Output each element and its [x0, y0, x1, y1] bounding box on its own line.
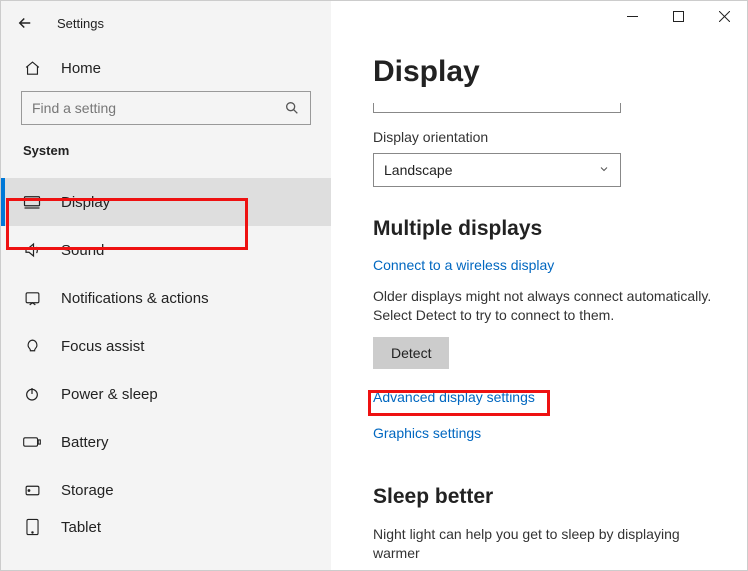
storage-icon: [23, 481, 41, 499]
sidebar-item-label: Power & sleep: [61, 386, 158, 403]
focus-assist-icon: [23, 337, 41, 355]
sidebar-item-label: Notifications & actions: [61, 290, 209, 307]
app-title: Settings: [57, 16, 104, 31]
main-content: Display Display orientation Landscape Mu…: [331, 1, 747, 570]
slider-placeholder: [373, 103, 621, 113]
graphics-settings-link[interactable]: Graphics settings: [373, 425, 481, 441]
sidebar-item-focus-assist[interactable]: Focus assist: [1, 322, 331, 370]
chevron-down-icon: [598, 162, 610, 178]
sidebar-item-label: Sound: [61, 242, 104, 259]
back-button[interactable]: [15, 13, 35, 33]
page-title: Display: [373, 55, 717, 89]
sidebar-item-display[interactable]: Display: [1, 178, 331, 226]
sidebar-item-battery[interactable]: Battery: [1, 418, 331, 466]
sidebar-item-label: Tablet: [61, 519, 101, 536]
sleep-better-text: Night light can help you get to sleep by…: [373, 525, 717, 563]
search-input[interactable]: [32, 100, 284, 116]
sleep-better-title: Sleep better: [373, 485, 717, 509]
sidebar-item-label: Battery: [61, 434, 109, 451]
nav-list: Display Sound Notifications & actions Fo…: [1, 178, 331, 540]
search-input-container[interactable]: [21, 91, 311, 125]
wireless-display-link[interactable]: Connect to a wireless display: [373, 257, 554, 273]
category-title: System: [1, 143, 331, 178]
tablet-icon: [23, 518, 41, 536]
home-label: Home: [61, 60, 101, 77]
power-icon: [23, 385, 41, 403]
sidebar-item-label: Focus assist: [61, 338, 144, 355]
orientation-select[interactable]: Landscape: [373, 153, 621, 187]
sidebar-item-label: Storage: [61, 482, 114, 499]
sidebar-item-tablet[interactable]: Tablet: [1, 514, 331, 540]
orientation-label: Display orientation: [373, 129, 717, 145]
home-nav[interactable]: Home: [1, 45, 331, 91]
display-icon: [23, 193, 41, 211]
sidebar-item-notifications[interactable]: Notifications & actions: [1, 274, 331, 322]
home-icon: [23, 59, 41, 77]
multiple-displays-title: Multiple displays: [373, 217, 717, 241]
maximize-button[interactable]: [655, 1, 701, 31]
sidebar-item-storage[interactable]: Storage: [1, 466, 331, 514]
battery-icon: [23, 433, 41, 451]
search-icon: [284, 100, 300, 116]
older-displays-text: Older displays might not always connect …: [373, 287, 717, 325]
orientation-value: Landscape: [384, 162, 453, 178]
sidebar-item-label: Display: [61, 194, 110, 211]
sound-icon: [23, 241, 41, 259]
detect-button[interactable]: Detect: [373, 337, 449, 369]
advanced-display-link[interactable]: Advanced display settings: [373, 389, 535, 405]
sidebar: Settings Home System Display: [1, 1, 331, 570]
close-button[interactable]: [701, 1, 747, 31]
notifications-icon: [23, 289, 41, 307]
sidebar-item-power-sleep[interactable]: Power & sleep: [1, 370, 331, 418]
sidebar-item-sound[interactable]: Sound: [1, 226, 331, 274]
minimize-button[interactable]: [609, 1, 655, 31]
